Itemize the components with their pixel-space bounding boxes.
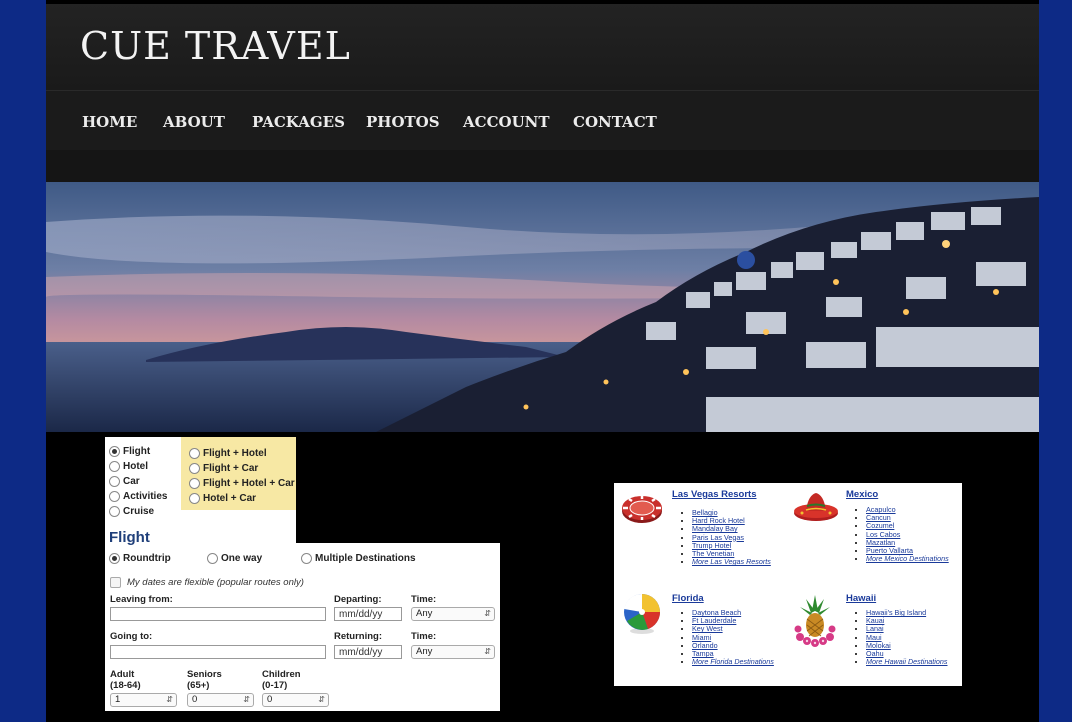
form-title: Flight bbox=[109, 529, 150, 546]
nav-home[interactable]: HOME bbox=[82, 113, 137, 131]
main-nav: HOME ABOUT PACKAGES PHOTOS ACCOUNT CONTA… bbox=[46, 90, 1039, 151]
header-band bbox=[46, 150, 1039, 182]
adult-count-select[interactable]: 1 ⇵ bbox=[110, 693, 177, 707]
select-arrows-icon: ⇵ bbox=[484, 609, 491, 618]
nav-photos[interactable]: PHOTOS bbox=[366, 113, 440, 131]
list-item: More Hawaii Destinations bbox=[866, 658, 948, 666]
site-header: CUE TRAVEL bbox=[46, 4, 1039, 90]
product-flight-radio[interactable]: Flight bbox=[109, 446, 150, 457]
going-to-input[interactable] bbox=[110, 645, 326, 659]
radio-checked-icon bbox=[109, 446, 120, 457]
more-las-vegas-link[interactable]: More Las Vegas Resorts bbox=[692, 557, 771, 566]
select-arrows-icon: ⇵ bbox=[166, 695, 173, 704]
florida-list: Daytona Beach Ft Lauderdale Key West Mia… bbox=[682, 608, 774, 666]
radio-icon bbox=[301, 553, 312, 564]
departing-date-input[interactable]: mm/dd/yy bbox=[334, 607, 402, 621]
children-label: Children (0-17) bbox=[262, 669, 301, 691]
departing-time-select[interactable]: Any ⇵ bbox=[411, 607, 495, 621]
list-item: More Las Vegas Resorts bbox=[692, 558, 771, 566]
radio-icon bbox=[109, 506, 120, 517]
page-container: CUE TRAVEL HOME ABOUT PACKAGES PHOTOS AC… bbox=[46, 0, 1039, 722]
list-item: More Florida Destinations bbox=[692, 658, 774, 666]
select-arrows-icon: ⇵ bbox=[243, 695, 250, 704]
florida-title-link[interactable]: Florida bbox=[672, 593, 704, 604]
radio-icon bbox=[189, 478, 200, 489]
flexible-dates-checkbox[interactable] bbox=[110, 577, 121, 588]
radio-icon bbox=[189, 493, 200, 504]
package-flight-hotel-radio[interactable]: Flight + Hotel bbox=[189, 448, 267, 459]
product-hotel-radio[interactable]: Hotel bbox=[109, 461, 148, 472]
more-hawaii-link[interactable]: More Hawaii Destinations bbox=[866, 657, 948, 666]
radio-icon bbox=[189, 463, 200, 474]
hawaii-title-link[interactable]: Hawaii bbox=[846, 593, 876, 604]
radio-icon bbox=[207, 553, 218, 564]
trip-roundtrip-radio[interactable]: Roundtrip bbox=[109, 553, 171, 564]
product-cruise-radio[interactable]: Cruise bbox=[109, 506, 154, 517]
seniors-label: Seniors (65+) bbox=[187, 669, 222, 691]
departing-label: Departing: bbox=[334, 594, 382, 605]
trip-oneway-radio[interactable]: One way bbox=[207, 553, 262, 564]
radio-icon bbox=[189, 448, 200, 459]
hawaii-list: Hawaii's Big Island Kauai Lanai Maui Mol… bbox=[856, 608, 948, 666]
package-flight-car-radio[interactable]: Flight + Car bbox=[189, 463, 258, 474]
flight-search-form bbox=[105, 543, 500, 711]
nav-packages[interactable]: PACKAGES bbox=[252, 113, 345, 131]
product-car-radio[interactable]: Car bbox=[109, 476, 140, 487]
returning-date-input[interactable]: mm/dd/yy bbox=[334, 645, 402, 659]
nav-about[interactable]: ABOUT bbox=[163, 113, 225, 131]
nav-account[interactable]: ACCOUNT bbox=[463, 113, 550, 131]
select-arrows-icon: ⇵ bbox=[318, 695, 325, 704]
departing-time-label: Time: bbox=[411, 594, 437, 605]
trip-multi-destination-radio[interactable]: Multiple Destinations bbox=[301, 553, 416, 564]
product-activities-radio[interactable]: Activities bbox=[109, 491, 167, 502]
returning-time-select[interactable]: Any ⇵ bbox=[411, 645, 495, 659]
leaving-from-label: Leaving from: bbox=[110, 594, 173, 605]
mexico-list: Acapulco Cancun Cozumel Los Cabos Mazatl… bbox=[856, 505, 949, 563]
destinations-panel: Las Vegas Resorts Bellagio Hard Rock Hot… bbox=[614, 483, 962, 686]
seniors-count-select[interactable]: 0 ⇵ bbox=[187, 693, 254, 707]
more-florida-link[interactable]: More Florida Destinations bbox=[692, 657, 774, 666]
sombrero-icon bbox=[794, 493, 838, 521]
leaving-from-input[interactable] bbox=[110, 607, 326, 621]
hero-image bbox=[46, 182, 1039, 432]
more-mexico-link[interactable]: More Mexico Destinations bbox=[866, 554, 949, 563]
returning-time-label: Time: bbox=[411, 631, 437, 642]
nav-contact[interactable]: CONTACT bbox=[573, 113, 657, 131]
mexico-title-link[interactable]: Mexico bbox=[846, 489, 878, 500]
going-to-label: Going to: bbox=[110, 631, 153, 642]
las-vegas-list: Bellagio Hard Rock Hotel Mandalay Bay Pa… bbox=[682, 508, 771, 566]
pineapple-icon bbox=[794, 595, 836, 647]
children-count-select[interactable]: 0 ⇵ bbox=[262, 693, 329, 707]
list-item: More Mexico Destinations bbox=[866, 555, 949, 563]
returning-label: Returning: bbox=[334, 631, 383, 642]
site-logo[interactable]: CUE TRAVEL bbox=[80, 24, 351, 68]
adult-label: Adult (18-64) bbox=[110, 669, 141, 691]
package-hotel-car-radio[interactable]: Hotel + Car bbox=[189, 493, 256, 504]
beach-ball-icon bbox=[624, 593, 660, 634]
radio-checked-icon bbox=[109, 553, 120, 564]
radio-icon bbox=[109, 491, 120, 502]
select-arrows-icon: ⇵ bbox=[484, 647, 491, 656]
package-flight-hotel-car-radio[interactable]: Flight + Hotel + Car bbox=[189, 478, 295, 489]
flexible-dates-label: My dates are flexible (popular routes on… bbox=[127, 577, 304, 588]
radio-icon bbox=[109, 476, 120, 487]
poker-chip-icon bbox=[622, 496, 662, 523]
radio-icon bbox=[109, 461, 120, 472]
santorini-sunset-image bbox=[46, 182, 1039, 432]
las-vegas-title-link[interactable]: Las Vegas Resorts bbox=[672, 489, 757, 500]
